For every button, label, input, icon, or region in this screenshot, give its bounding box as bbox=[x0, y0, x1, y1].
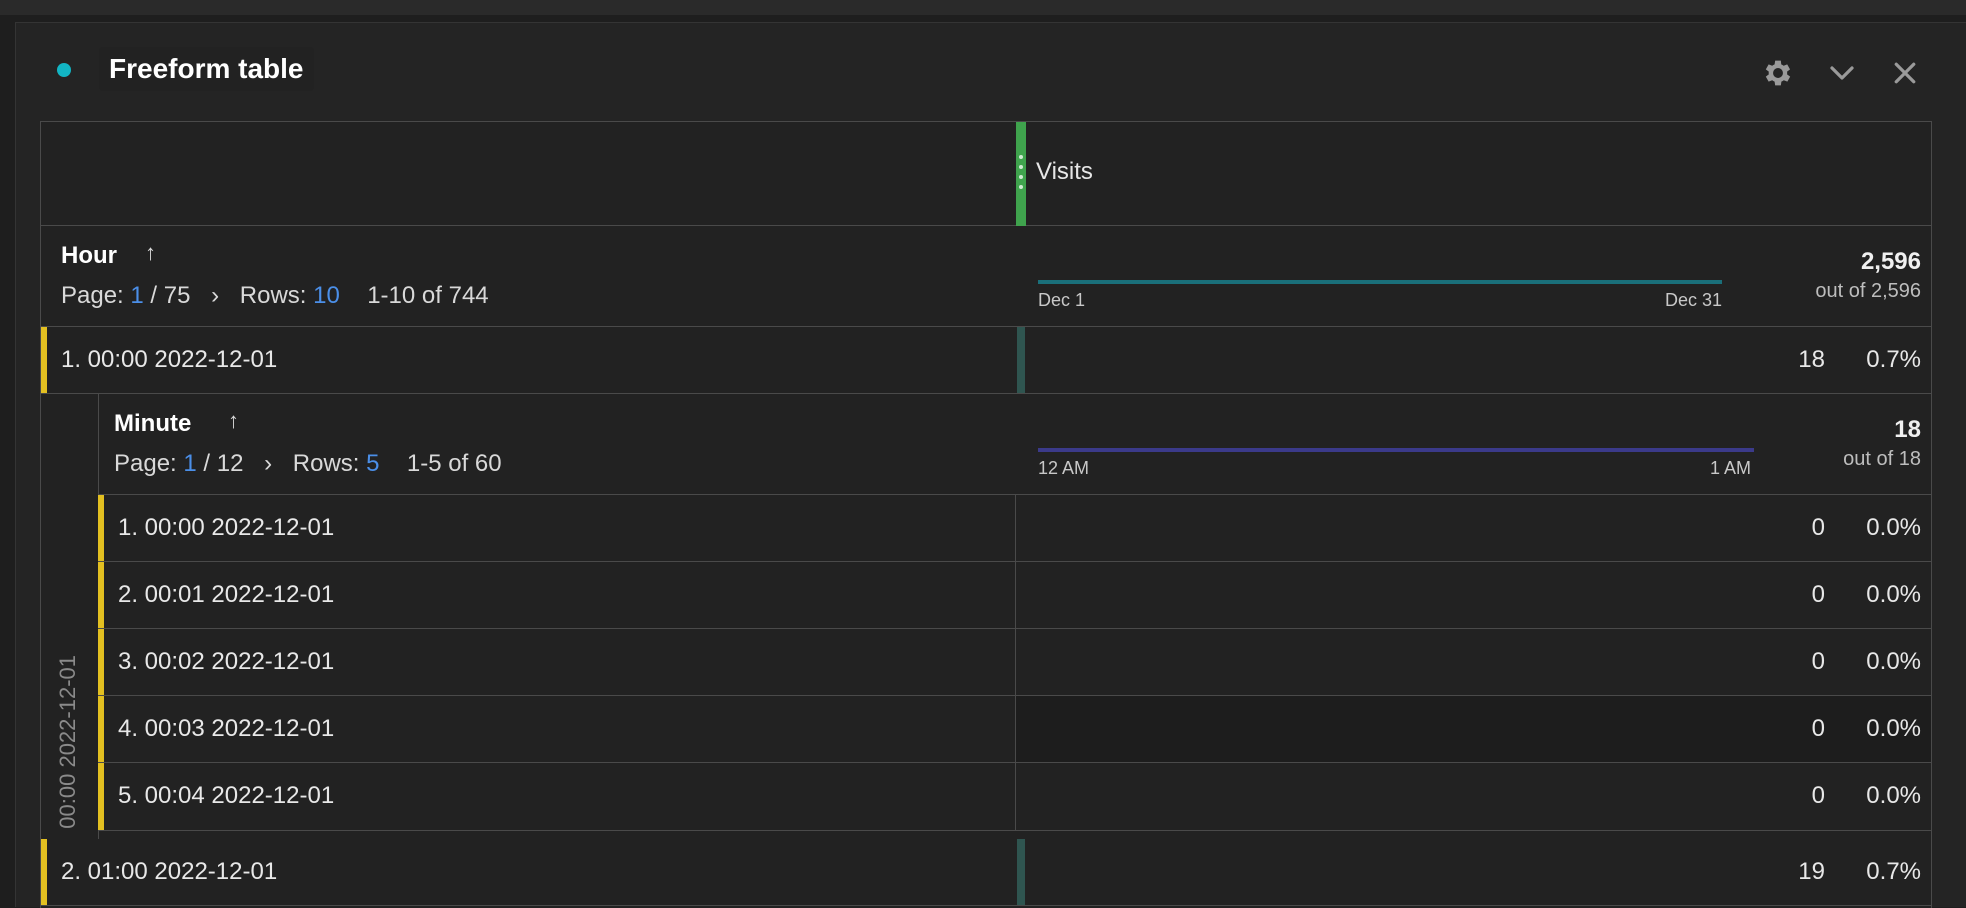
panel-header: Freeform table bbox=[16, 23, 1966, 119]
panel-status-dot bbox=[57, 63, 71, 77]
table-row[interactable]: 3. 00:02 2022-12-01 0 0.0% bbox=[98, 629, 1931, 696]
table-row[interactable]: 1. 00:00 2022-12-01 0 0.0% bbox=[98, 495, 1931, 562]
dimension-name-hour[interactable]: Hour bbox=[61, 242, 117, 270]
rows-per-page-select[interactable]: 10 bbox=[313, 282, 340, 309]
freeform-table-panel: Freeform table Visits Hour ↑ Page: 1 / 7… bbox=[15, 22, 1966, 908]
column-total: 2,596 bbox=[1860, 248, 1921, 275]
metric-cell-bar bbox=[1017, 327, 1025, 393]
sort-ascending-icon[interactable]: ↑ bbox=[145, 240, 156, 266]
sparkline-end-label: 1 AM bbox=[1710, 458, 1752, 478]
hour-pager: Page: 1 / 75 › Rows: 10 1-10 of 744 bbox=[61, 282, 489, 310]
breakdown-parent-label: 00:00 2022-12-01 bbox=[55, 655, 80, 829]
row-percent: 0.0% bbox=[1866, 581, 1921, 608]
next-page-icon[interactable]: › bbox=[264, 450, 272, 477]
freeform-table: Visits Hour ↑ Page: 1 / 75 › Rows: 10 1-… bbox=[40, 121, 1932, 908]
row-percent: 0.0% bbox=[1866, 648, 1921, 675]
row-label[interactable]: 4. 00:03 2022-12-01 bbox=[118, 696, 334, 762]
row-percent: 0.0% bbox=[1866, 715, 1921, 742]
row-marker bbox=[41, 839, 47, 905]
row-percent: 0.7% bbox=[1866, 346, 1921, 373]
metric-cell-bar bbox=[1017, 839, 1025, 905]
row-value: 18 bbox=[1798, 346, 1825, 373]
rows-per-page-select[interactable]: 5 bbox=[366, 450, 379, 477]
table-row[interactable]: 4. 00:03 2022-12-01 0 0.0% bbox=[98, 696, 1931, 763]
rows-label: Rows: bbox=[239, 282, 307, 309]
column-divider bbox=[1015, 696, 1016, 762]
column-total: 18 bbox=[1894, 416, 1921, 443]
sparkline-end-label: Dec 31 bbox=[1665, 290, 1723, 310]
minute-sparkline bbox=[1038, 448, 1754, 452]
row-label[interactable]: 1. 00:00 2022-12-01 bbox=[61, 327, 277, 393]
row-value: 0 bbox=[1811, 715, 1825, 742]
row-range: 1-5 of 60 bbox=[406, 450, 502, 477]
metric-drag-handle[interactable] bbox=[1016, 122, 1026, 226]
page-total: / 12 bbox=[203, 450, 244, 477]
dimension-name-minute[interactable]: Minute bbox=[114, 410, 191, 438]
row-label[interactable]: 2. 00:01 2022-12-01 bbox=[118, 562, 334, 628]
table-row[interactable]: 5. 00:04 2022-12-01 0 0.0% bbox=[98, 763, 1931, 831]
column-divider bbox=[1015, 763, 1016, 830]
column-total-out-of: out of 18 bbox=[1843, 448, 1921, 470]
row-percent: 0.0% bbox=[1866, 782, 1921, 809]
row-marker bbox=[98, 763, 104, 830]
row-range: 1-10 of 744 bbox=[367, 282, 489, 309]
row-marker bbox=[41, 327, 47, 393]
breakdown-gutter: 00:00 2022-12-01 bbox=[41, 394, 99, 839]
minute-dimension-header: Minute ↑ Page: 1 / 12 › Rows: 5 1-5 of 6… bbox=[98, 394, 1931, 495]
row-value: 0 bbox=[1811, 648, 1825, 675]
page-current-input[interactable]: 1 bbox=[130, 282, 143, 309]
column-divider bbox=[1015, 495, 1016, 561]
row-value: 0 bbox=[1811, 581, 1825, 608]
column-divider bbox=[1015, 562, 1016, 628]
hour-dimension-header: Hour ↑ Page: 1 / 75 › Rows: 10 1-10 of 7… bbox=[41, 226, 1931, 327]
table-row[interactable]: 1. 00:00 2022-12-01 18 0.7% bbox=[41, 327, 1931, 394]
row-marker bbox=[98, 495, 104, 561]
row-value: 0 bbox=[1811, 782, 1825, 809]
row-percent: 0.7% bbox=[1866, 858, 1921, 885]
app-top-bar bbox=[0, 0, 1966, 15]
page-total: / 75 bbox=[150, 282, 191, 309]
row-label[interactable]: 2. 01:00 2022-12-01 bbox=[61, 839, 277, 905]
page-label: Page: bbox=[114, 450, 177, 477]
row-label[interactable]: 1. 00:00 2022-12-01 bbox=[118, 495, 334, 561]
row-label[interactable]: 5. 00:04 2022-12-01 bbox=[118, 763, 334, 829]
row-marker bbox=[98, 696, 104, 762]
sort-ascending-icon[interactable]: ↑ bbox=[228, 408, 239, 434]
page-label: Page: bbox=[61, 282, 124, 309]
close-icon[interactable] bbox=[1885, 53, 1925, 93]
sparkline-start-label: 12 AM bbox=[1038, 458, 1090, 478]
minute-breakdown: 00:00 2022-12-01 Minute ↑ Page: 1 / 12 ›… bbox=[41, 394, 1931, 839]
next-page-icon[interactable]: › bbox=[211, 282, 219, 309]
panel-title[interactable]: Freeform table bbox=[99, 47, 314, 91]
sparkline-start-label: Dec 1 bbox=[1038, 290, 1086, 310]
column-divider bbox=[1015, 629, 1016, 695]
minute-pager: Page: 1 / 12 › Rows: 5 1-5 of 60 bbox=[114, 450, 502, 478]
metric-header-row: Visits bbox=[41, 122, 1931, 226]
metric-label-visits[interactable]: Visits bbox=[1036, 158, 1093, 186]
column-total-out-of: out of 2,596 bbox=[1815, 280, 1921, 302]
table-row[interactable]: 2. 00:01 2022-12-01 0 0.0% bbox=[98, 562, 1931, 629]
page-current-input[interactable]: 1 bbox=[183, 450, 196, 477]
chevron-down-icon[interactable] bbox=[1822, 53, 1862, 93]
row-value: 19 bbox=[1798, 858, 1825, 885]
row-percent: 0.0% bbox=[1866, 514, 1921, 541]
hour-sparkline bbox=[1038, 280, 1722, 284]
gear-icon[interactable] bbox=[1758, 53, 1798, 93]
row-label[interactable]: 3. 00:02 2022-12-01 bbox=[118, 629, 334, 695]
table-row[interactable]: 2. 01:00 2022-12-01 19 0.7% bbox=[41, 839, 1931, 906]
row-marker bbox=[98, 562, 104, 628]
row-value: 0 bbox=[1811, 514, 1825, 541]
row-marker bbox=[98, 629, 104, 695]
rows-label: Rows: bbox=[292, 450, 360, 477]
